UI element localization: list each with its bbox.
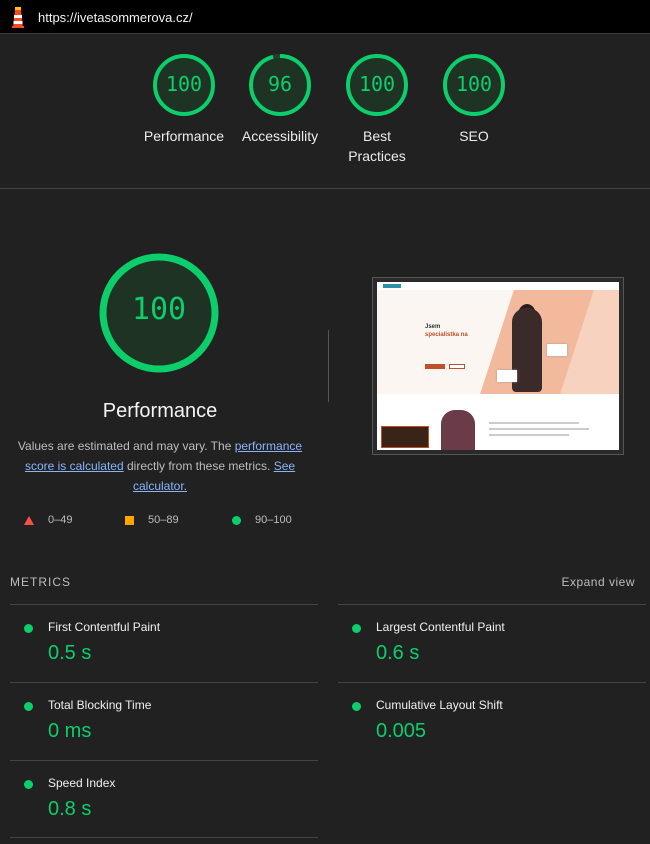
metric-fcp: First Contentful Paint 0.5 s bbox=[10, 604, 318, 682]
pass-dot-icon bbox=[24, 624, 33, 633]
performance-score: 100 bbox=[131, 292, 187, 327]
expand-view-toggle[interactable]: Expand view bbox=[561, 575, 635, 589]
metric-cls: Cumulative Layout Shift 0.005 bbox=[338, 682, 646, 760]
performance-title: Performance bbox=[102, 400, 218, 422]
page-screenshot-image: Jsem specialistka na bbox=[377, 282, 619, 450]
gauge-performance[interactable]: 100 Performance bbox=[134, 52, 234, 146]
gauge-best-practices[interactable]: 100 Best Practices bbox=[327, 52, 427, 166]
metric-name: Cumulative Layout Shift bbox=[376, 698, 503, 712]
metrics-bottom-border bbox=[10, 837, 318, 838]
desc-text: Values are estimated and may vary. The bbox=[17, 439, 235, 453]
triangle-icon bbox=[24, 515, 34, 525]
screenshot-badge bbox=[381, 426, 429, 448]
gauge-seo[interactable]: 100 SEO bbox=[424, 52, 524, 146]
report-url[interactable]: https://ivetasommerova.cz/ bbox=[38, 10, 193, 25]
screenshot-hero-title: Jsem bbox=[425, 324, 441, 330]
metric-name: Speed Index bbox=[48, 776, 116, 790]
pass-dot-icon bbox=[24, 780, 33, 789]
gauge-score: 100 bbox=[455, 72, 493, 96]
metric-value: 0.5 s bbox=[48, 642, 92, 664]
legend-pass: 90–100 bbox=[232, 514, 292, 526]
screenshot-card bbox=[497, 370, 517, 382]
metric-si: Speed Index 0.8 s bbox=[10, 760, 318, 838]
circle-icon bbox=[232, 515, 241, 525]
legend-fail-label: 0–49 bbox=[48, 514, 73, 526]
pass-dot-icon bbox=[24, 702, 33, 711]
screenshot-person-2 bbox=[441, 410, 475, 450]
screenshot-text-line bbox=[489, 428, 589, 430]
screenshot-button bbox=[449, 364, 465, 369]
metric-name: Largest Contentful Paint bbox=[376, 620, 505, 634]
legend-fail: 0–49 bbox=[24, 514, 72, 526]
screenshot-hero-subtitle: specialistka na bbox=[425, 332, 468, 338]
pass-dot-icon bbox=[352, 702, 361, 711]
metric-lcp: Largest Contentful Paint 0.6 s bbox=[338, 604, 646, 682]
screenshot-text-line bbox=[489, 434, 569, 436]
legend-average: 50–89 bbox=[125, 514, 179, 526]
section-divider bbox=[0, 188, 650, 189]
desc-text: directly from these metrics. bbox=[123, 459, 274, 473]
screenshot-text-line bbox=[489, 422, 579, 424]
gauge-label: Accessibility bbox=[241, 128, 319, 144]
metric-value: 0 ms bbox=[48, 720, 92, 742]
lighthouse-icon bbox=[12, 7, 24, 28]
metric-value: 0.005 bbox=[376, 720, 427, 742]
pass-dot-icon bbox=[352, 624, 361, 633]
category-gauges: 100 Performance 96 Accessibility 100 Bes… bbox=[0, 52, 650, 180]
metric-name: First Contentful Paint bbox=[48, 620, 161, 634]
screenshot-button bbox=[425, 364, 445, 369]
score-legend: 0–49 50–89 90–100 bbox=[0, 514, 320, 532]
square-icon bbox=[125, 515, 134, 525]
metric-name: Total Blocking Time bbox=[48, 698, 152, 712]
gauge-label: Best Practices bbox=[348, 128, 406, 164]
vertical-separator bbox=[328, 330, 329, 402]
performance-description: Values are estimated and may vary. The p… bbox=[12, 436, 308, 496]
legend-pass-label: 90–100 bbox=[255, 514, 292, 526]
metrics-heading: METRICS bbox=[10, 575, 71, 589]
gauge-accessibility[interactable]: 96 Accessibility bbox=[230, 52, 330, 146]
legend-average-label: 50–89 bbox=[148, 514, 179, 526]
gauge-label: SEO bbox=[459, 128, 489, 144]
metric-value: 0.6 s bbox=[376, 642, 420, 664]
gauge-score: 100 bbox=[165, 72, 203, 96]
gauge-score: 100 bbox=[358, 72, 396, 96]
gauge-label: Performance bbox=[143, 128, 225, 144]
metric-tbt: Total Blocking Time 0 ms bbox=[10, 682, 318, 760]
report-topbar: https://ivetasommerova.cz/ bbox=[0, 0, 650, 34]
screenshot-nav bbox=[377, 282, 619, 290]
screenshot-tag bbox=[383, 284, 401, 288]
gauge-score: 96 bbox=[267, 72, 293, 96]
final-screenshot[interactable]: Jsem specialistka na bbox=[372, 277, 624, 455]
screenshot-card bbox=[547, 344, 567, 356]
metric-value: 0.8 s bbox=[48, 798, 92, 820]
